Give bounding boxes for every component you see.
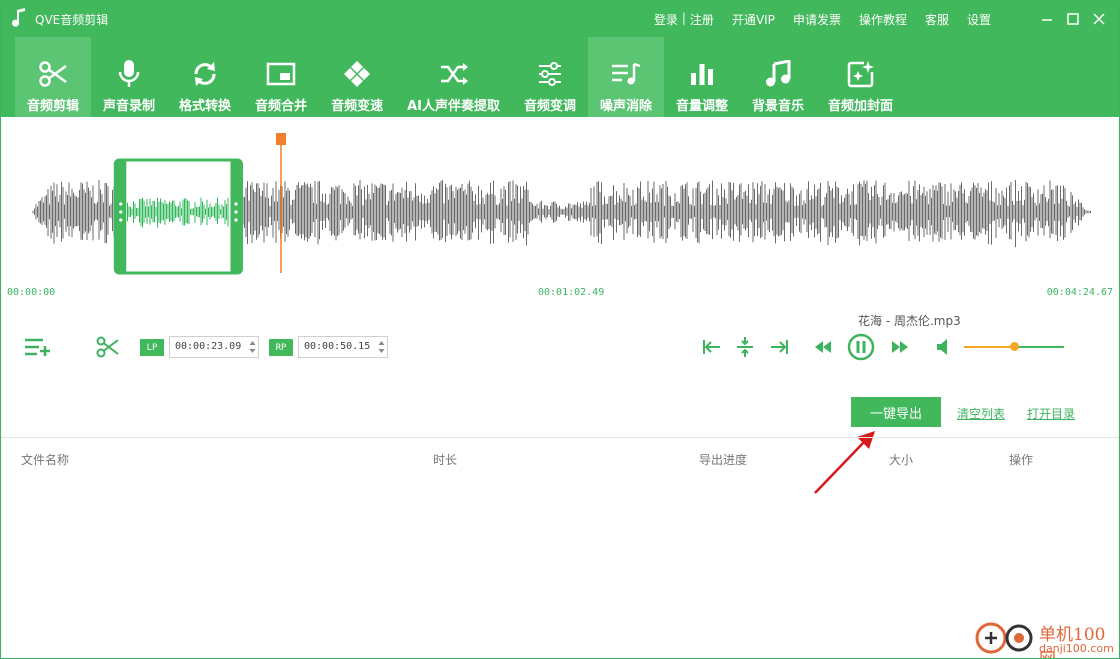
tool-volume[interactable]: 音量调整: [664, 37, 740, 117]
separator: |: [681, 11, 686, 25]
app-window: QVE音频剪辑 登录 | 注册 开通VIP 申请发票 操作教程 客服 设置 音频…: [0, 0, 1120, 659]
cut-scissors-icon[interactable]: [96, 336, 120, 358]
login-link[interactable]: 登录: [654, 11, 678, 28]
column-header-filename: 文件名称: [21, 453, 70, 467]
noise-list-icon: [610, 59, 642, 89]
watermark-logo: [975, 622, 1033, 654]
lp-tag: LP: [140, 339, 164, 356]
app-title: QVE音频剪辑: [35, 13, 109, 27]
column-header-progress: 导出进度: [699, 453, 748, 467]
tool-label: 声音录制: [103, 99, 156, 114]
refresh-icon: [189, 59, 221, 89]
scissors-icon: [37, 59, 69, 89]
volume-slider-knob[interactable]: [1010, 342, 1019, 351]
tool-pitch[interactable]: 音频变调: [512, 37, 588, 117]
column-header-size: 大小: [889, 453, 914, 467]
column-header-duration: 时长: [433, 453, 458, 467]
tool-bg-music[interactable]: 背景音乐: [740, 37, 816, 117]
tool-record[interactable]: 声音录制: [91, 37, 167, 117]
add-file-icon[interactable]: [23, 337, 53, 357]
rp-time-value: 00:00:50.15: [304, 341, 371, 352]
current-filename: 花海 - 周杰伦.mp3: [858, 314, 961, 328]
tool-label: 格式转换: [179, 99, 232, 114]
gamepad-icon: [341, 59, 373, 89]
watermark-text-url: danji100.com: [1039, 642, 1114, 655]
rp-time-input[interactable]: 00:00:50.15: [298, 336, 388, 358]
playhead-marker[interactable]: [276, 133, 286, 145]
column-header-actions: 操作: [1009, 453, 1034, 467]
selection-left-handle[interactable]: [115, 160, 127, 273]
tool-label: 音频变调: [523, 99, 576, 114]
minimize-icon[interactable]: [1037, 9, 1057, 29]
annotation-arrow: [814, 431, 875, 494]
maximize-icon[interactable]: [1063, 9, 1083, 29]
fast-forward-icon[interactable]: [890, 339, 910, 355]
rp-tag: RP: [269, 339, 293, 356]
tool-add-cover[interactable]: 音频加封面: [816, 37, 905, 117]
volume-slider-fill: [964, 346, 1014, 348]
lp-spinner-icon[interactable]: [249, 339, 256, 355]
register-link[interactable]: 注册: [690, 11, 714, 28]
selection-right-handle[interactable]: [230, 160, 242, 273]
tool-ai-vocal-extract[interactable]: AI人声伴奏提取: [395, 37, 512, 117]
pause-icon[interactable]: [847, 333, 875, 361]
waveform-canvas[interactable]: [1, 117, 1120, 287]
volume-icon[interactable]: [935, 338, 953, 356]
title-bar: QVE音频剪辑 登录 | 注册 开通VIP 申请发票 操作教程 客服 设置: [1, 1, 1119, 37]
merge-icon: [265, 59, 297, 89]
sliders-icon: [534, 59, 566, 89]
image-sparkle-icon: [845, 59, 877, 89]
tool-label: 音频剪辑: [27, 99, 80, 114]
clear-list-link[interactable]: 清空列表: [957, 405, 1005, 422]
rewind-icon[interactable]: [813, 339, 833, 355]
volume-slider[interactable]: [964, 342, 1064, 351]
one-click-export-button[interactable]: 一键导出: [851, 397, 941, 427]
tool-label: 背景音乐: [752, 99, 805, 114]
vip-link[interactable]: 开通VIP: [732, 11, 775, 28]
tool-label: AI人声伴奏提取: [407, 99, 500, 114]
tool-format-convert[interactable]: 格式转换: [167, 37, 243, 117]
close-icon[interactable]: [1089, 9, 1109, 29]
login-register-group: 登录 | 注册: [654, 11, 714, 28]
tool-label: 噪声消除: [600, 99, 653, 114]
music-note-icon: [762, 59, 794, 89]
lp-time-value: 00:00:23.09: [175, 341, 242, 352]
table-divider: [1, 437, 1119, 438]
service-link[interactable]: 客服: [925, 11, 949, 28]
watermark: 单机100网 danji100.com: [971, 617, 1119, 658]
function-toolbar: 音频剪辑 声音录制 格式转换 音频合并 音频变速 AI人声伴奏提取 音频变调 噪…: [1, 37, 1119, 117]
tool-noise-removal[interactable]: 噪声消除: [588, 37, 665, 117]
tool-label: 音量调整: [676, 99, 729, 114]
lp-time-input[interactable]: 00:00:23.09: [169, 336, 259, 358]
waveform-selected: [127, 197, 229, 228]
tool-speed[interactable]: 音频变速: [319, 37, 395, 117]
jump-to-start-icon[interactable]: [702, 338, 722, 356]
tool-label: 音频变速: [331, 99, 384, 114]
app-logo-icon: [12, 8, 25, 27]
tool-label: 音频合并: [255, 99, 308, 114]
waveform-area[interactable]: 00:00:00 00:01:02.49 00:04:24.67: [1, 117, 1120, 298]
invoice-link[interactable]: 申请发票: [793, 11, 841, 28]
time-end-label: 00:04:24.67: [1046, 287, 1113, 298]
bar-chart-icon: [686, 59, 718, 89]
jump-to-end-icon[interactable]: [769, 338, 789, 356]
align-center-icon[interactable]: [736, 336, 754, 358]
shuffle-icon: [438, 59, 470, 89]
settings-link[interactable]: 设置: [967, 11, 991, 28]
tool-label: 音频加封面: [828, 99, 894, 114]
time-start-label: 00:00:00: [7, 287, 56, 298]
tutorial-link[interactable]: 操作教程: [859, 11, 907, 28]
tool-audio-cut[interactable]: 音频剪辑: [15, 37, 92, 117]
rp-spinner-icon[interactable]: [378, 339, 385, 355]
microphone-icon: [113, 59, 145, 89]
top-links: 登录 | 注册 开通VIP 申请发票 操作教程 客服 设置: [654, 11, 991, 28]
time-mid-label: 00:01:02.49: [538, 287, 605, 298]
open-directory-link[interactable]: 打开目录: [1027, 405, 1075, 422]
tool-merge[interactable]: 音频合并: [243, 37, 319, 117]
